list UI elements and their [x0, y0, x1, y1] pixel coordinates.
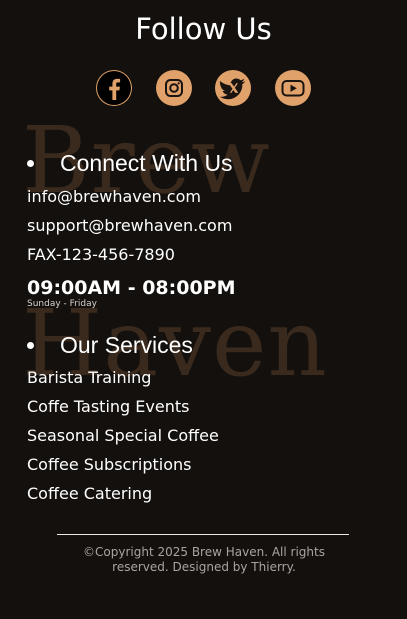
service-catering[interactable]: Coffee Catering: [27, 484, 152, 503]
instagram-icon: [164, 79, 183, 97]
service-barista-training[interactable]: Barista Training: [27, 368, 151, 387]
footer-divider: [57, 534, 349, 535]
social-links: [96, 70, 311, 106]
opening-hours: 09:00AM - 08:00PM: [27, 277, 236, 299]
instagram-link[interactable]: [155, 70, 192, 106]
support-email-link[interactable]: support@brewhaven.com: [27, 216, 232, 235]
connect-heading: Connect With Us: [27, 150, 233, 177]
facebook-link[interactable]: [96, 70, 132, 106]
services-heading: Our Services: [27, 332, 193, 359]
bullet-icon: [27, 342, 34, 349]
twitter-link[interactable]: [215, 70, 252, 106]
fax-number: FAX-123-456-7890: [27, 245, 175, 264]
service-seasonal-coffee[interactable]: Seasonal Special Coffee: [27, 426, 219, 445]
copyright-text: ©Copyright 2025 Brew Haven. All rights r…: [83, 545, 325, 574]
info-email-link[interactable]: info@brewhaven.com: [27, 187, 201, 206]
youtube-icon: [281, 80, 305, 97]
bullet-icon: [27, 160, 34, 167]
services-heading-label: Our Services: [60, 332, 193, 358]
service-subscriptions[interactable]: Coffee Subscriptions: [27, 455, 192, 474]
youtube-link[interactable]: [274, 70, 311, 106]
facebook-icon: [97, 71, 131, 105]
service-tasting-events[interactable]: Coffe Tasting Events: [27, 397, 189, 416]
opening-days: Sunday - Friday: [27, 299, 97, 309]
twitter-icon: [220, 78, 246, 100]
follow-us-title: Follow Us: [135, 12, 272, 46]
connect-heading-label: Connect With Us: [60, 150, 233, 176]
